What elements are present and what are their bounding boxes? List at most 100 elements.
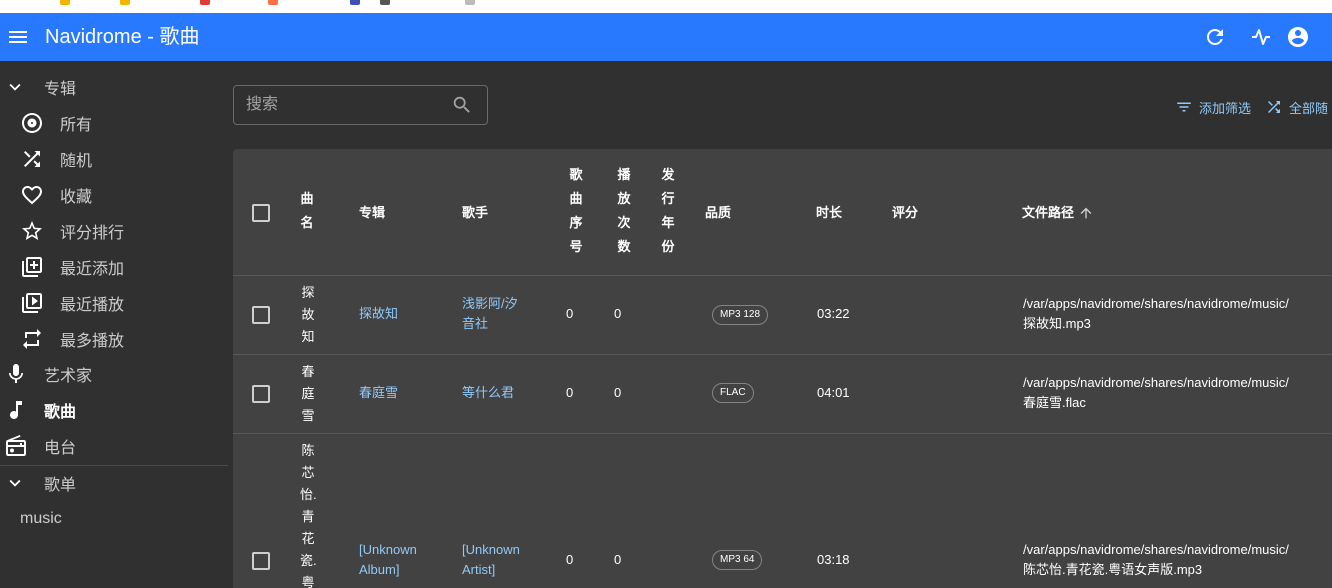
search-input[interactable] xyxy=(246,94,446,116)
title-char: 瓷. xyxy=(300,553,317,568)
sidebar-item-playlist-music[interactable]: music xyxy=(0,501,228,537)
title-char: 青 xyxy=(301,509,315,524)
album-text: [Unknown xyxy=(359,542,417,557)
quality-badge: MP3 64 xyxy=(712,550,763,570)
artist-link[interactable]: 等什么君 xyxy=(462,383,514,403)
sidebar-item-top-rated[interactable]: 评分排行 xyxy=(0,213,228,249)
search-field[interactable] xyxy=(233,85,488,125)
column-header-path[interactable]: 文件路径 xyxy=(1022,203,1094,223)
column-header-plays[interactable]: 播 放 次 数 xyxy=(617,163,631,259)
shuffle-icon xyxy=(24,151,40,167)
album-link[interactable]: [Unknown Album] xyxy=(359,540,417,580)
album-icon xyxy=(22,113,42,133)
add-filter-label: 添加筛选 xyxy=(1199,100,1252,116)
column-header-quality[interactable]: 品质 xyxy=(705,203,731,223)
sidebar-item-most-played[interactable]: 最多播放 xyxy=(0,321,228,357)
filter-list-icon xyxy=(1177,102,1191,112)
duration: 03:22 xyxy=(817,306,850,321)
album-link[interactable]: 探故知 xyxy=(359,304,398,324)
column-header-title[interactable]: 曲 名 xyxy=(300,187,314,235)
add-filter-button[interactable]: 添加筛选 xyxy=(1175,96,1251,118)
column-header-duration[interactable]: 时长 xyxy=(816,203,842,223)
title-char: 故 xyxy=(301,307,315,322)
header-char: 序 xyxy=(569,215,583,230)
row-checkbox[interactable] xyxy=(252,552,270,570)
title-char: 粤 xyxy=(301,575,315,588)
title-char: 芯 xyxy=(301,465,315,480)
title-char: 怡. xyxy=(300,487,317,502)
file-path: /var/apps/navidrome/shares/navidrome/mus… xyxy=(1023,373,1289,413)
header-char: 曲 xyxy=(300,191,314,206)
column-header-year[interactable]: 发 行 年 份 xyxy=(661,163,675,259)
title-char: 花 xyxy=(301,531,315,546)
row-divider xyxy=(233,433,1332,434)
artist-link[interactable]: [Unknown Artist] xyxy=(462,540,520,580)
sidebar-section-label: 专辑 xyxy=(44,81,77,98)
row-checkbox[interactable] xyxy=(252,385,270,403)
sidebar-section-playlists[interactable]: 歌单 xyxy=(0,465,228,501)
album-link[interactable]: 春庭雪 xyxy=(359,383,398,403)
shuffle-all-button[interactable]: 全部随 xyxy=(1265,96,1328,118)
album-text: 春庭雪 xyxy=(359,385,399,400)
header-char: 曲 xyxy=(569,191,583,206)
select-all-checkbox[interactable] xyxy=(252,204,270,222)
duration: 04:01 xyxy=(817,385,850,400)
header-char: 号 xyxy=(569,239,583,254)
path-text: /var/apps/navidrome/shares/navidrome/mus… xyxy=(1023,296,1289,311)
music-note-icon xyxy=(10,401,22,419)
column-header-artist[interactable]: 歌手 xyxy=(462,203,488,223)
title-char: 雪 xyxy=(301,408,315,423)
sidebar-item-label: 最近播放 xyxy=(60,297,125,314)
songs-table: 曲 名 专辑 歌手 歌 曲 序 号 播 放 次 数 发 行 年 份 品质 时长 … xyxy=(233,149,1332,588)
album-text: Album] xyxy=(359,562,400,577)
sidebar-item-radio[interactable]: 电台 xyxy=(0,428,228,464)
album-text: 探故知 xyxy=(359,306,399,321)
chevron-down-icon xyxy=(9,83,21,91)
sidebar-item-label: 收藏 xyxy=(60,189,93,206)
header-char: 发 xyxy=(661,167,675,182)
sidebar-item-label: 评分排行 xyxy=(60,225,125,242)
column-header-track[interactable]: 歌 曲 序 号 xyxy=(569,163,583,259)
sidebar-item-random[interactable]: 随机 xyxy=(0,141,228,177)
sidebar-section-albums[interactable]: 专辑 xyxy=(0,69,228,105)
radio-icon xyxy=(6,435,26,456)
sidebar: 专辑 所有 随机 收藏 评分排行 最近添加 最近播放 最多播放 艺术家 歌曲 电… xyxy=(0,61,228,588)
column-header-album[interactable]: 专辑 xyxy=(359,203,385,223)
title-char: 探 xyxy=(301,285,315,300)
refresh-icon[interactable] xyxy=(1203,25,1227,49)
sidebar-item-all[interactable]: 所有 xyxy=(0,105,228,141)
browser-bookmarks-bar xyxy=(0,0,1332,13)
path-text: /var/apps/navidrome/shares/navidrome/mus… xyxy=(1023,375,1289,390)
play-count: 0 xyxy=(614,306,622,321)
artist-link[interactable]: 浅影阿/汐 音社 xyxy=(462,294,518,334)
header-char: 行 xyxy=(661,191,675,206)
duration: 03:18 xyxy=(817,552,850,567)
song-title: 探 故 知 xyxy=(300,282,316,348)
chevron-down-icon xyxy=(9,479,21,487)
sidebar-item-favourites[interactable]: 收藏 xyxy=(0,177,228,213)
menu-icon[interactable] xyxy=(6,25,30,49)
path-text: 春庭雪.flac xyxy=(1023,395,1086,410)
app-bar: Navidrome - 歌曲 xyxy=(0,13,1332,61)
activity-icon[interactable] xyxy=(1249,25,1273,49)
artist-text: 等什么君 xyxy=(462,385,515,400)
header-char: 年 xyxy=(661,215,675,230)
artist-text: [Unknown xyxy=(462,542,520,557)
quality-badge: MP3 128 xyxy=(712,305,769,325)
header-char: 放 xyxy=(617,191,631,206)
account-icon[interactable] xyxy=(1286,25,1310,49)
sidebar-item-songs[interactable]: 歌曲 xyxy=(0,392,228,428)
column-header-rating[interactable]: 评分 xyxy=(892,203,918,223)
sidebar-item-recently-played[interactable]: 最近播放 xyxy=(0,285,228,321)
row-divider xyxy=(233,354,1332,355)
header-char: 数 xyxy=(617,239,631,254)
library-add-icon xyxy=(22,257,42,277)
sort-ascending-icon xyxy=(1080,207,1092,219)
sidebar-item-artists[interactable]: 艺术家 xyxy=(0,356,228,392)
sidebar-item-recently-added[interactable]: 最近添加 xyxy=(0,249,228,285)
song-title: 陈 芯 怡. 青 花 瓷. 粤 xyxy=(300,440,317,588)
row-checkbox[interactable] xyxy=(252,306,270,324)
star-outline-icon xyxy=(22,221,42,240)
search-icon xyxy=(453,96,470,113)
video-library-icon xyxy=(22,293,42,313)
